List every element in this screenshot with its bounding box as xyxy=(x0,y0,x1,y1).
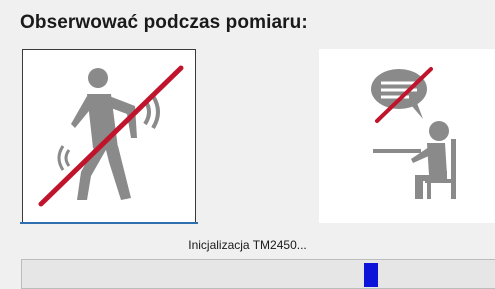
selection-indicator xyxy=(20,222,198,224)
progress-bar xyxy=(21,259,495,289)
page-title: Obserwować podczas pomiaru: xyxy=(20,12,308,33)
no-talking-option[interactable] xyxy=(319,49,495,223)
status-text: Inicjalizacja TM2450... xyxy=(188,238,307,252)
person-moving-crossed-icon xyxy=(38,65,184,207)
progress-indicator xyxy=(364,263,378,287)
person-talking-crossed-icon xyxy=(371,67,456,199)
no-movement-option[interactable] xyxy=(22,49,196,223)
